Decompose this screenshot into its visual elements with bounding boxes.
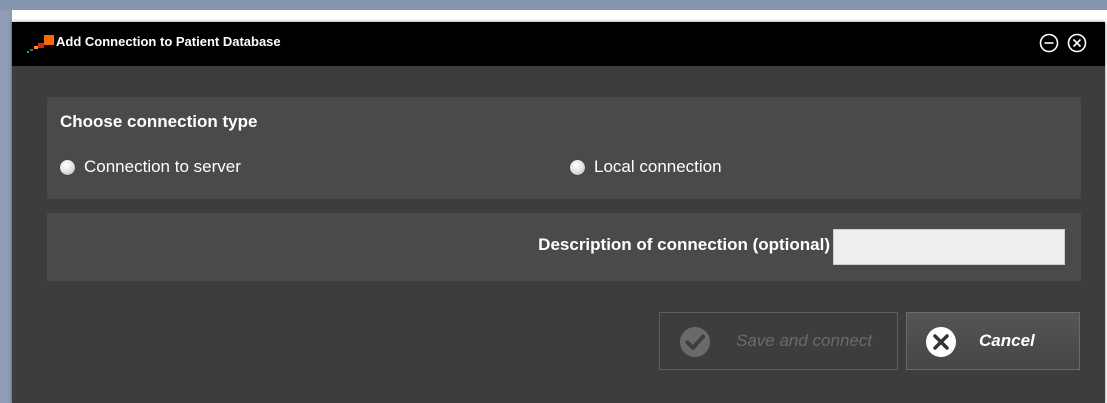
cancel-button[interactable]: Cancel [906, 312, 1080, 370]
cancel-label: Cancel [979, 331, 1035, 350]
close-icon[interactable] [1066, 32, 1088, 54]
description-panel: Description of connection (optional) [47, 213, 1081, 281]
add-connection-dialog: Add Connection to Patient Database Choos… [12, 22, 1105, 403]
save-and-connect-label: Save and connect [736, 331, 873, 350]
app-logo-icon [27, 35, 54, 53]
radio-label: Connection to server [84, 157, 241, 176]
screen: Add Connection to Patient Database Choos… [0, 0, 1107, 403]
cancel-x-icon [926, 327, 956, 357]
radio-button-icon[interactable] [60, 159, 75, 175]
radio-connection-to-server[interactable]: Connection to server [60, 155, 241, 179]
dialog-titlebar[interactable]: Add Connection to Patient Database [12, 22, 1105, 66]
save-and-connect-button[interactable]: Save and connect [659, 312, 898, 370]
radio-local-connection[interactable]: Local connection [570, 155, 722, 179]
description-label: Description of connection (optional) [538, 235, 830, 254]
radio-label: Local connection [594, 157, 722, 176]
minimize-icon[interactable] [1038, 32, 1060, 54]
description-input[interactable] [833, 229, 1065, 265]
radio-button-icon[interactable] [570, 159, 585, 175]
checkmark-icon [680, 327, 710, 357]
background-strip-top [0, 0, 1107, 10]
connection-type-heading: Choose connection type [60, 112, 258, 131]
dialog-title: Add Connection to Patient Database [56, 34, 281, 49]
connection-type-panel: Choose connection type Connection to ser… [47, 97, 1081, 199]
background-strip-left [0, 10, 12, 403]
